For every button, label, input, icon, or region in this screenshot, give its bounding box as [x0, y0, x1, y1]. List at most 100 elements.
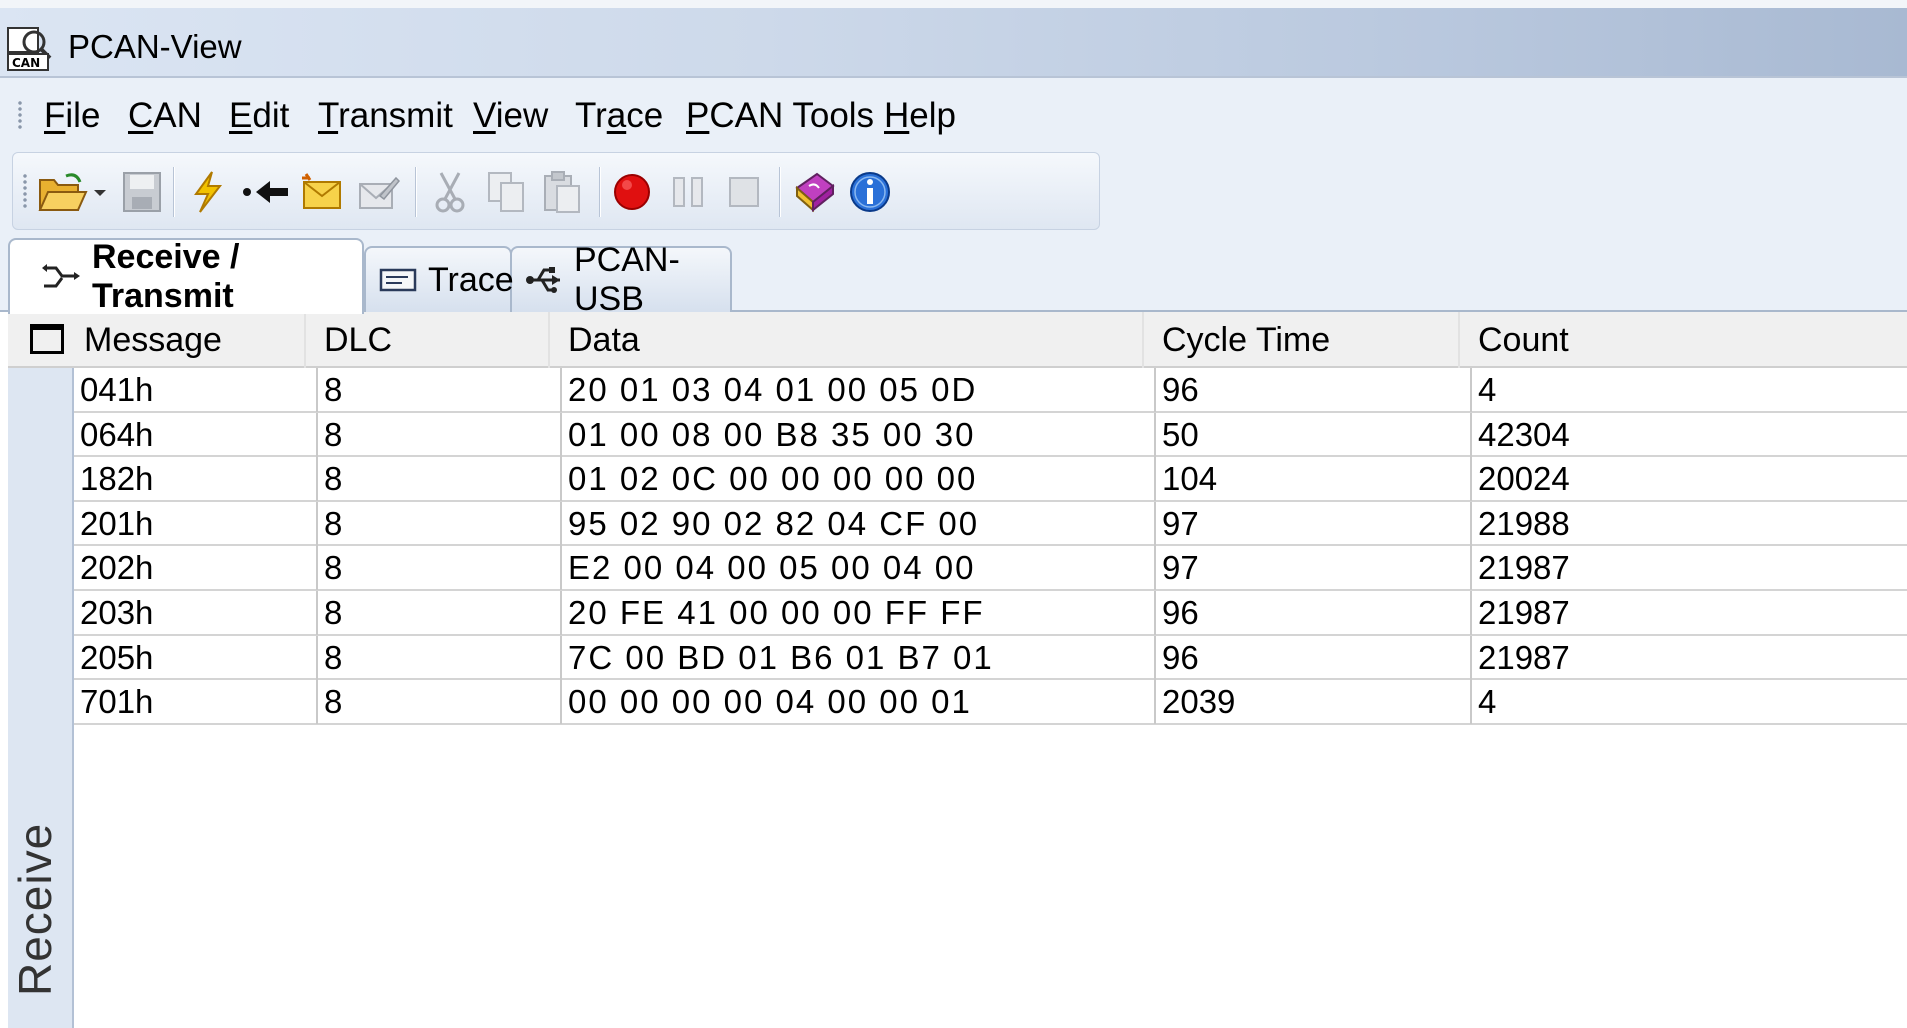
- table-row[interactable]: 701h 8 00 00 00 00 04 00 00 01 2039 4: [74, 680, 1907, 725]
- menu-help-label: elp: [909, 96, 956, 135]
- menu-can[interactable]: CAN: [128, 96, 202, 136]
- column-header-count[interactable]: Count: [1460, 312, 1907, 368]
- grid-header: Message DLC Data Cycle Time Count: [8, 312, 1907, 368]
- pause-icon: [673, 177, 703, 207]
- cell-count: 4: [1478, 371, 1497, 408]
- cell-count: 21988: [1478, 504, 1570, 542]
- tab-receive-transmit-label: Receive / Transmit: [92, 238, 240, 315]
- tab-pcan-usb[interactable]: PCAN-USB: [510, 241, 732, 318]
- toolbar-separator: [779, 167, 781, 217]
- disconnect-button[interactable]: [239, 165, 293, 219]
- paste-icon: [544, 171, 580, 213]
- cell-data: 00 00 00 00 04 00 00 01: [562, 680, 1156, 725]
- help-button[interactable]: [787, 165, 841, 219]
- menu-transmit[interactable]: Transmit: [318, 96, 453, 136]
- cell-count: 42304: [1478, 415, 1570, 453]
- receive-grid: Message DLC Data Cycle Time Count 041h 8 2…: [0, 312, 1907, 1028]
- table-row[interactable]: 202h 8 E2 00 04 00 05 00 04 00 97 21987: [74, 546, 1907, 591]
- record-button[interactable]: [605, 165, 659, 219]
- help-book-icon: [795, 172, 835, 213]
- menu-grip[interactable]: [18, 100, 22, 130]
- open-folder-icon: [38, 173, 106, 211]
- menu-transmit-label: ransmit: [338, 96, 453, 135]
- title-bar: CAN PCAN-View: [0, 0, 1907, 78]
- menu-bar: File CAN Edit Transmit View Trace PCAN T…: [0, 78, 1907, 154]
- cell-message: 201h: [74, 501, 318, 546]
- menu-view[interactable]: View: [473, 96, 548, 136]
- menu-trace-accel: a: [606, 96, 627, 135]
- table-row[interactable]: 182h 8 01 02 0C 00 00 00 00 00 104 20024: [74, 457, 1907, 502]
- save-button[interactable]: [115, 165, 169, 219]
- connect-lightning-icon: [194, 171, 223, 213]
- cut-button[interactable]: [423, 165, 477, 219]
- menu-trace[interactable]: Trace: [575, 96, 663, 136]
- edit-message-button[interactable]: [351, 165, 405, 219]
- menu-file[interactable]: File: [44, 96, 100, 136]
- edit-message-icon: [359, 176, 400, 209]
- stop-icon: [729, 177, 759, 207]
- table-row[interactable]: 064h 8 01 00 08 00 B8 35 00 30 50 42304: [74, 412, 1907, 458]
- cell-message: 203h: [74, 591, 318, 635]
- cell-data: 20 01 03 04 01 00 05 0D: [562, 368, 1156, 412]
- menu-edit-accel: E: [229, 96, 253, 135]
- cell-count: 21987: [1478, 638, 1570, 676]
- column-header-message[interactable]: Message: [66, 312, 306, 368]
- new-message-envelope-icon: [302, 173, 341, 209]
- table-row[interactable]: 205h 8 7C 00 BD 01 B6 01 B7 01 96 21987: [74, 635, 1907, 681]
- menu-view-accel: V: [473, 96, 496, 135]
- toolbar: [12, 152, 1100, 230]
- open-button[interactable]: [33, 165, 113, 219]
- cell-message: 202h: [74, 546, 318, 591]
- new-message-button[interactable]: [295, 165, 349, 219]
- menu-file-accel: F: [44, 96, 66, 135]
- tab-trace[interactable]: Trace: [364, 246, 514, 312]
- cell-data: 01 00 08 00 B8 35 00 30: [562, 412, 1156, 457]
- menu-trace-label: ce: [626, 96, 664, 135]
- menu-can-accel: C: [128, 96, 154, 135]
- table-row[interactable]: 201h 8 95 02 90 02 82 04 CF 00 97 21988: [74, 501, 1907, 547]
- cell-count: 21987: [1478, 594, 1570, 631]
- cell-dlc: 8: [318, 501, 562, 546]
- record-icon: [614, 174, 650, 210]
- info-icon: [850, 172, 890, 212]
- receive-transmit-icon: [40, 257, 82, 297]
- cell-count: 21987: [1478, 549, 1570, 587]
- pause-button[interactable]: [661, 165, 715, 219]
- toolbar-grip[interactable]: [23, 173, 27, 209]
- toolbar-separator: [173, 167, 175, 217]
- menu-transmit-accel: T: [318, 96, 339, 135]
- cell-message: 064h: [74, 412, 318, 457]
- menu-edit[interactable]: Edit: [229, 96, 289, 136]
- column-header-data[interactable]: Data: [550, 312, 1144, 368]
- table-row[interactable]: 041h 8 20 01 03 04 01 00 05 0D 96 4: [74, 368, 1907, 413]
- tab-pcan-usb-label: PCAN-USB: [574, 241, 680, 318]
- paste-button[interactable]: [535, 165, 589, 219]
- cell-dlc: 8: [318, 546, 562, 591]
- connect-button[interactable]: [181, 165, 235, 219]
- cell-dlc: 8: [318, 368, 562, 412]
- cell-data: 20 FE 41 00 00 00 FF FF: [562, 591, 1156, 635]
- cell-message: 701h: [74, 680, 318, 725]
- column-chooser-icon[interactable]: [30, 324, 64, 354]
- toolbar-separator: [599, 167, 601, 217]
- toolbar-separator: [415, 167, 417, 217]
- receive-side-label: Receive: [9, 822, 61, 996]
- cell-data: 01 02 0C 00 00 00 00 00: [562, 457, 1156, 502]
- svg-text:CAN: CAN: [12, 56, 40, 70]
- stop-button[interactable]: [717, 165, 771, 219]
- copy-icon: [488, 172, 524, 212]
- table-row[interactable]: 203h 8 20 FE 41 00 00 00 FF FF 96 21987: [74, 591, 1907, 636]
- about-button[interactable]: [843, 165, 897, 219]
- tab-receive-transmit[interactable]: Receive / Transmit: [8, 238, 364, 315]
- menu-pcan-tools-label: CAN Tools: [709, 96, 875, 135]
- menu-edit-label: dit: [252, 96, 290, 135]
- column-header-cycle-time[interactable]: Cycle Time: [1144, 312, 1460, 368]
- column-header-dlc[interactable]: DLC: [306, 312, 550, 368]
- cell-count: 4: [1478, 683, 1497, 721]
- menu-pcan-tools[interactable]: PCAN Tools: [686, 96, 874, 136]
- copy-button[interactable]: [479, 165, 533, 219]
- cell-cycle-time: 96: [1156, 635, 1472, 680]
- cell-data: 95 02 90 02 82 04 CF 00: [562, 501, 1156, 546]
- cell-data: E2 00 04 00 05 00 04 00: [562, 546, 1156, 591]
- menu-help[interactable]: Help: [884, 96, 956, 136]
